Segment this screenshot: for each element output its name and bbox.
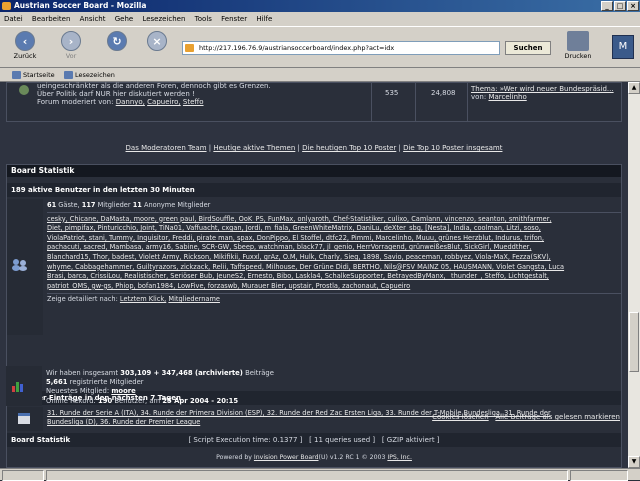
menu-gehe[interactable]: Gehe	[115, 15, 133, 23]
detail-by-last-click[interactable]: Letztem Klick,	[120, 295, 166, 303]
users-icon	[12, 259, 27, 271]
bookmark-icon	[64, 71, 73, 79]
user-line[interactable]: pachacuti, sacred, Mambasa, army16, Sabi…	[47, 243, 621, 253]
last-post-thema-link[interactable]: Thema: »Wer wird neuer Bundespräsid...	[471, 85, 614, 93]
forum-desc-line2: Über Politik darf NUR hier diskutiert we…	[37, 90, 195, 98]
link-moderator-team[interactable]: Das Moderatoren Team	[126, 144, 207, 152]
moderator-link-steffo[interactable]: Steffo	[183, 98, 204, 106]
scroll-up-icon[interactable]: ▲	[628, 82, 640, 94]
delete-cookies-link[interactable]: Cookies löschen	[432, 413, 489, 421]
mark-all-read-link[interactable]: Alle Beiträge als gelesen markieren	[495, 413, 620, 421]
status-bar	[0, 468, 640, 481]
footer-actions: Cookies löschen · Alle Beiträge als gele…	[432, 413, 620, 421]
back-button[interactable]: ‹ Zurück	[10, 31, 40, 60]
url-input[interactable]: http://217.196.76.9/austriansoccerboard/…	[182, 41, 500, 55]
active-users-counts: 61 Gäste, 117 Mitglieder 11 Anonyme Mitg…	[47, 201, 211, 209]
debug-info: [ Script Execution time: 0.1377 ] [ 11 q…	[188, 436, 440, 444]
forward-arrow-icon: ›	[61, 31, 81, 51]
forward-button[interactable]: › Vor	[56, 31, 86, 60]
forum-desc-line1: ueingeschränkter als die anderen Foren, …	[37, 82, 271, 90]
moderator-link-capueiro[interactable]: Capueiro,	[147, 98, 181, 106]
status-message	[46, 470, 568, 481]
members-count-line: 5,661 registrierte Mitglieder	[46, 378, 144, 387]
maximize-button[interactable]: □	[614, 1, 626, 11]
menu-ansicht[interactable]: Ansicht	[80, 15, 106, 23]
scroll-down-icon[interactable]: ▼	[628, 456, 640, 468]
moderator-link-dannyo[interactable]: Dannyo,	[116, 98, 145, 106]
link-top10-total[interactable]: Die Top 10 Poster insgesamt	[403, 144, 502, 152]
link-active-topics[interactable]: Heutige aktive Themen	[213, 144, 295, 152]
home-icon	[12, 71, 21, 79]
stop-button[interactable]: ×	[142, 31, 172, 52]
menu-datei[interactable]: Datei	[4, 15, 23, 23]
powered-by: Powered by Invision Power Board(U) v1.2 …	[216, 454, 412, 461]
board-stats-header: Board Statistik	[7, 165, 621, 177]
status-security	[570, 470, 628, 481]
menu-tools[interactable]: Tools	[195, 15, 212, 23]
last-post-author-link[interactable]: Marcelinho	[488, 93, 526, 101]
minimize-button[interactable]: _	[601, 1, 613, 11]
statistics-bar-icon	[12, 380, 24, 392]
posts-total-line: Wir haben insgesamt 303,109 + 347,468 (a…	[46, 369, 274, 377]
detail-by-membername[interactable]: Mitgliedername	[168, 295, 220, 303]
menu-lesezeichen[interactable]: Lesezeichen	[142, 15, 185, 23]
forum-posts-count: 24,808	[431, 89, 456, 97]
page-content: ueingeschränkter als die anderen Foren, …	[0, 82, 628, 468]
newest-member-line: Neuestes Mitglied: moore	[46, 387, 136, 396]
ips-link[interactable]: IPS, Inc.	[387, 454, 412, 461]
online-record-line: Online Rekord: 190 Benutzer, am 25 Apr 2…	[46, 396, 239, 405]
menu-bearbeiten[interactable]: Bearbeiten	[32, 15, 70, 23]
active-users-list: 61 Gäste, 117 Mitglieder 11 Anonyme Mitg…	[47, 201, 621, 305]
menu-hilfe[interactable]: Hilfe	[256, 15, 272, 23]
user-line[interactable]: Brasi, barca, CrissiLou, Realistischer, …	[47, 272, 621, 282]
menu-bar: Datei Bearbeiten Ansicht Gehe Lesezeiche…	[0, 12, 640, 26]
navigation-toolbar: ‹ Zurück › Vor ↻ × http://217.196.76.9/a…	[0, 26, 640, 68]
user-line[interactable]: Diet, pimpifax, Pinturicchio, Joint, TiN…	[47, 224, 621, 234]
vertical-scrollbar[interactable]: ▲ ▼	[628, 82, 640, 468]
printer-icon	[567, 31, 589, 51]
bookmark-lesezeichen[interactable]: Lesezeichen	[64, 68, 115, 82]
active-users-header: 189 aktive Benutzer in den letzten 30 Mi…	[7, 183, 621, 197]
scrollbar-thumb[interactable]	[629, 312, 639, 372]
menu-fenster[interactable]: Fenster	[221, 15, 247, 23]
last-post-thema: Thema: »Wer wird neuer Bundespräsid...	[471, 85, 614, 93]
detail-view-row: Zeige detailiert nach: Letztem Klick, Mi…	[47, 295, 220, 304]
quicklinks-bar: Das Moderatoren Team | Heutige aktive Th…	[125, 144, 503, 152]
forum-topics-count: 535	[385, 89, 399, 97]
invision-power-board-link[interactable]: Invision Power Board	[254, 454, 319, 461]
back-arrow-icon: ‹	[15, 31, 35, 51]
user-line[interactable]: whyme, Cabbagehammer, Guiltyrazors, zick…	[47, 263, 621, 273]
window-titlebar: Austrian Soccer Board - Mozilla _ □ ×	[0, 0, 640, 12]
reload-button[interactable]: ↻	[102, 31, 132, 52]
search-button[interactable]: Suchen	[505, 41, 551, 55]
forum-status-icon	[19, 85, 29, 95]
link-top10-today[interactable]: Die heutigen Top 10 Poster	[302, 144, 396, 152]
newest-member-link[interactable]: moore	[111, 387, 135, 395]
user-line[interactable]: Blanchard15, Thor, badest, Violett Army,…	[47, 253, 621, 263]
bookmarks-toolbar: Startseite Lesezeichen	[0, 68, 640, 82]
status-icons	[2, 470, 44, 481]
reload-icon: ↻	[107, 31, 127, 51]
site-favicon-icon	[185, 44, 194, 52]
mozilla-app-icon	[2, 2, 11, 10]
window-title: Austrian Soccer Board - Mozilla	[14, 1, 147, 10]
close-window-button[interactable]: ×	[627, 1, 639, 11]
user-line[interactable]: cesky, Chicane, DaMasta, moore, green pa…	[47, 215, 621, 225]
forum-moderators: Forum moderiert von: Dannyo, Capueiro, S…	[37, 98, 204, 106]
print-button[interactable]: Drucken	[560, 29, 596, 60]
stop-icon: ×	[147, 31, 167, 51]
mozilla-throbber-icon: M	[612, 35, 634, 59]
bookmark-startseite[interactable]: Startseite	[12, 68, 55, 82]
forum-row: ueingeschränkter als die anderen Foren, …	[6, 82, 622, 122]
user-line[interactable]: patriot_OMS, gw-gs, Phiop, bofan1984, Lo…	[47, 282, 621, 292]
user-line[interactable]: ViolaPatriot, stani, Tummy, Inquisitor, …	[47, 234, 621, 244]
board-stats-details: Wir haben insgesamt 303,109 + 347,468 (a…	[46, 369, 620, 406]
url-text: http://217.196.76.9/austriansoccerboard/…	[199, 44, 395, 52]
